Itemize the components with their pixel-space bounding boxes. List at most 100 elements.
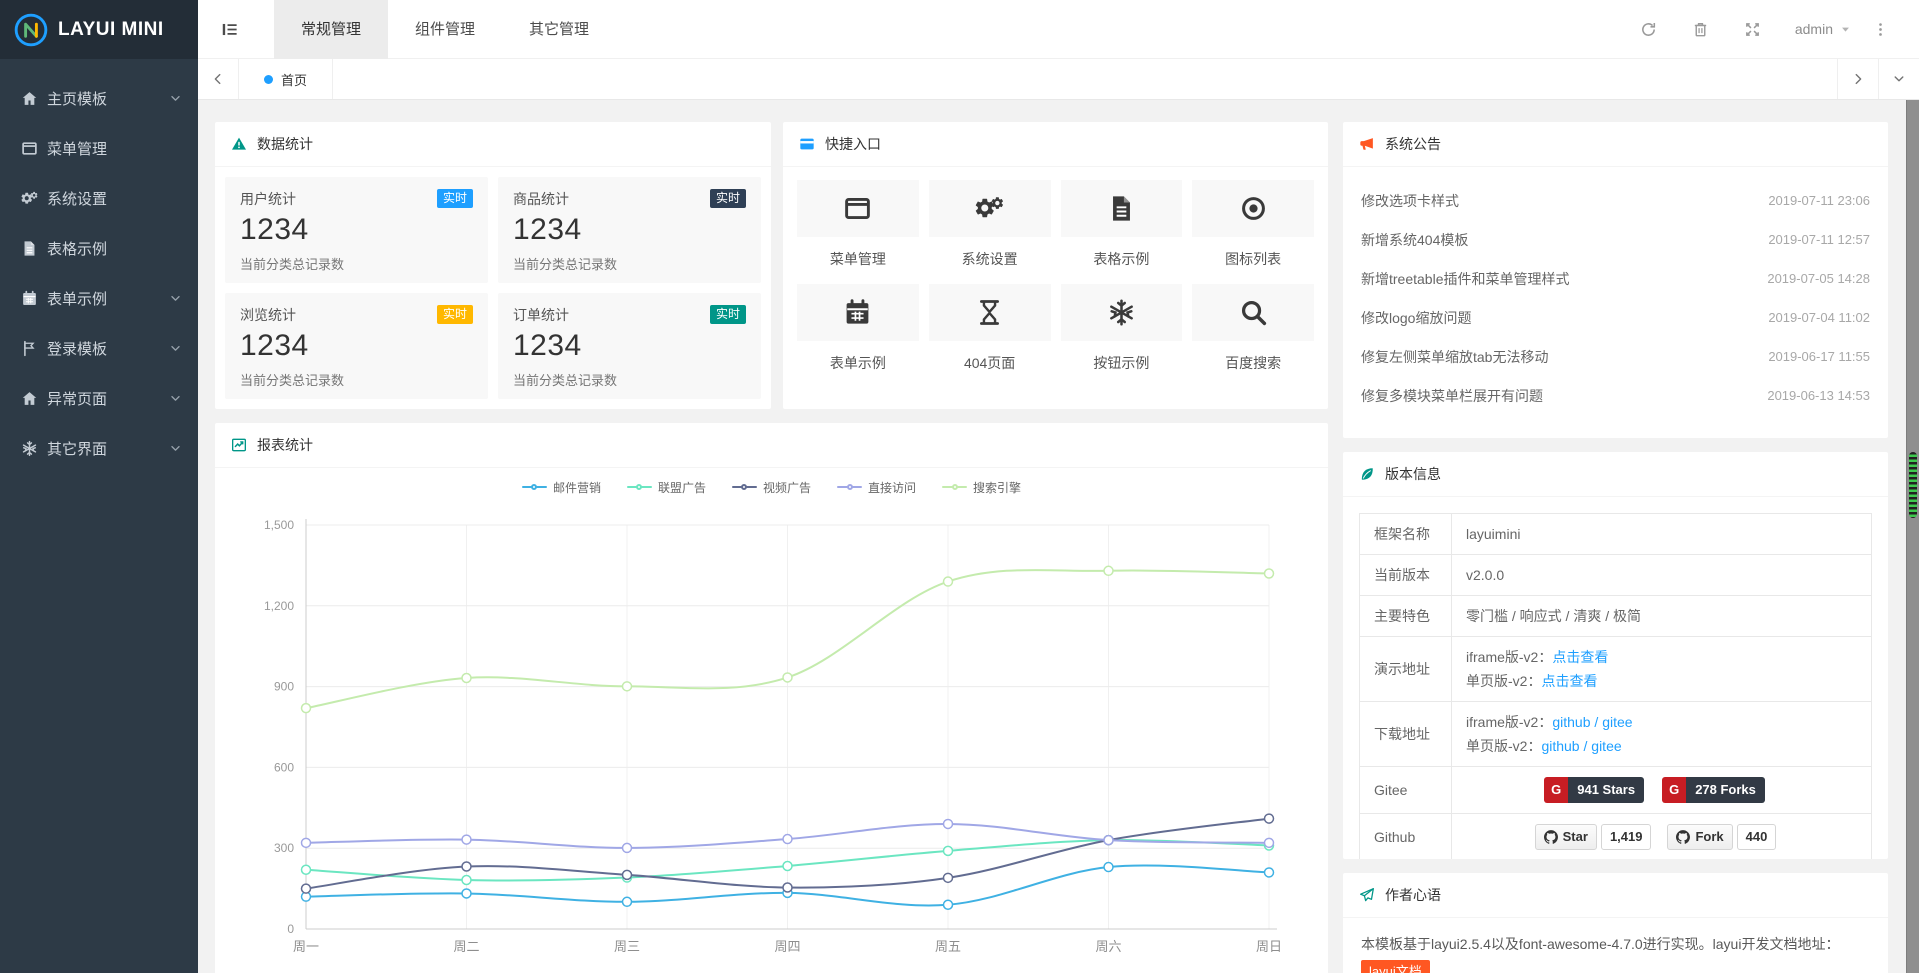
octocat-icon	[1544, 830, 1558, 844]
legend-item-video-ads[interactable]: 视频广告	[732, 479, 811, 496]
logo[interactable]: LAYUI MINI	[0, 0, 198, 59]
window-icon	[21, 140, 38, 157]
legend-item-union-ads[interactable]: 联盟广告	[627, 479, 706, 496]
sidebar-toggle-button[interactable]	[198, 0, 260, 59]
github-fork-count[interactable]: 440	[1737, 824, 1777, 850]
tab-scroll-right-button[interactable]	[1837, 59, 1878, 99]
panel-title: 报表统计	[257, 435, 313, 455]
gitee-forks-badge[interactable]: G278 Forks	[1662, 777, 1765, 803]
quick-entry-form[interactable]: 表单示例	[797, 284, 919, 388]
sidebar-item-other-pages[interactable]: 其它界面	[0, 423, 198, 473]
tab-scroll-left-button[interactable]	[198, 59, 239, 99]
refresh-button[interactable]	[1623, 0, 1675, 59]
svg-text:周一: 周一	[293, 939, 319, 954]
tab-home[interactable]: 首页	[239, 59, 333, 99]
sidebar-item-label: 登录模板	[47, 338, 107, 359]
panel-title: 快捷入口	[825, 134, 881, 154]
quick-entry-baidu-search[interactable]: 百度搜索	[1192, 284, 1314, 388]
notice-item: 修改logo缩放问题 2019-07-04 11:02	[1343, 298, 1888, 337]
status-badge: 实时	[437, 189, 473, 208]
legend-item-search-engine[interactable]: 搜索引擎	[942, 479, 1021, 496]
sidebar-item-login-template[interactable]: 登录模板	[0, 323, 198, 373]
download-github-link[interactable]: github	[1552, 714, 1590, 730]
dot-circle-icon	[1239, 194, 1268, 223]
scrollbar-thumb[interactable]	[1909, 452, 1917, 518]
trash-icon	[1692, 21, 1709, 38]
more-menu-button[interactable]	[1865, 0, 1895, 59]
notice-item: 修改选项卡样式 2019-07-11 23:06	[1343, 181, 1888, 220]
author-message: 本模板基于layui2.5.4以及font-awesome-4.7.0进行实现。…	[1343, 918, 1888, 973]
line-chart: 周一周二周三周四周五周六周日03006009001,2001,500	[215, 513, 1328, 973]
demo-onepage-link[interactable]: 点击查看	[1541, 673, 1597, 689]
download-gitee-link[interactable]: gitee	[1591, 738, 1621, 754]
stat-subtext: 当前分类总记录数	[240, 254, 473, 273]
sidebar-item-table-example[interactable]: 表格示例	[0, 223, 198, 273]
notice-item: 修复多模块菜单栏展开有问题 2019-06-13 14:53	[1343, 376, 1888, 415]
panel-title: 数据统计	[257, 134, 313, 154]
vertical-scrollbar[interactable]	[1906, 100, 1919, 973]
tab-operations-button[interactable]	[1878, 59, 1919, 99]
calendar-icon	[843, 298, 872, 327]
octocat-icon	[1676, 830, 1690, 844]
svg-text:周三: 周三	[614, 939, 640, 954]
github-fork-button[interactable]: Fork	[1667, 824, 1732, 850]
legend-item-email[interactable]: 邮件营销	[522, 479, 601, 496]
gears-icon	[21, 190, 38, 207]
legend-item-direct[interactable]: 直接访问	[837, 479, 916, 496]
chevron-down-icon	[169, 342, 182, 355]
github-star-count[interactable]: 1,419	[1601, 824, 1652, 850]
demo-iframe-link[interactable]: 点击查看	[1552, 649, 1608, 665]
sidebar-item-home-template[interactable]: 主页模板	[0, 73, 198, 123]
layui-docs-badge[interactable]: layui文档	[1361, 960, 1430, 973]
snowflake-icon	[21, 440, 38, 457]
svg-text:周六: 周六	[1095, 939, 1121, 954]
version-panel: 版本信息 框架名称 layuimini 当前版本 v2.0.0 主要特色 零门槛…	[1343, 452, 1888, 859]
quick-entry-settings[interactable]: 系统设置	[929, 180, 1051, 284]
svg-text:300: 300	[274, 841, 294, 855]
sidebar-item-label: 主页模板	[47, 88, 107, 109]
fullscreen-button[interactable]	[1727, 0, 1779, 59]
github-star-button[interactable]: Star	[1535, 824, 1597, 850]
stat-value: 1234	[513, 213, 746, 247]
quick-entry-menu[interactable]: 菜单管理	[797, 180, 919, 284]
quick-entry-table[interactable]: 表格示例	[1061, 180, 1183, 284]
legend-marker	[627, 482, 652, 492]
timestamp: 2019-06-13 14:53	[1767, 388, 1870, 403]
clear-cache-button[interactable]	[1675, 0, 1727, 59]
card-icon	[799, 136, 815, 152]
version-panel-header: 版本信息	[1343, 452, 1888, 497]
stat-card-views: 浏览统计 实时 1234 当前分类总记录数	[225, 293, 488, 399]
stat-label: 商品统计	[513, 189, 569, 209]
sidebar-item-label: 表单示例	[47, 288, 107, 309]
home-icon	[21, 90, 38, 107]
quick-entry-icons[interactable]: 图标列表	[1192, 180, 1314, 284]
table-row: Gitee G941 Stars G278 Forks	[1360, 767, 1871, 814]
quick-entry-buttons[interactable]: 按钮示例	[1061, 284, 1183, 388]
nav-tab-general[interactable]: 常规管理	[274, 0, 388, 59]
notice-item: 新增系统404模板 2019-07-11 12:57	[1343, 220, 1888, 259]
warning-triangle-icon	[231, 136, 247, 152]
download-gitee-link[interactable]: gitee	[1602, 714, 1632, 730]
app-title: LAYUI MINI	[58, 19, 164, 41]
download-github-link[interactable]: github	[1541, 738, 1579, 754]
user-dropdown[interactable]: admin	[1795, 21, 1851, 37]
quick-entry-404[interactable]: 404页面	[929, 284, 1051, 388]
sidebar-item-menu-management[interactable]: 菜单管理	[0, 123, 198, 173]
sidebar-item-system-settings[interactable]: 系统设置	[0, 173, 198, 223]
quick-entry-panel: 快捷入口 菜单管理 系统设置 表格示例 图标列表 表单示例 404页面 按钮	[783, 122, 1328, 409]
nav-tab-other[interactable]: 其它管理	[502, 0, 616, 59]
framework-name: layuimini	[1466, 524, 1857, 544]
nav-tab-components[interactable]: 组件管理	[388, 0, 502, 59]
stat-subtext: 当前分类总记录数	[513, 254, 746, 273]
sidebar-item-label: 菜单管理	[47, 138, 107, 159]
table-row: 框架名称 layuimini	[1360, 514, 1871, 555]
legend-marker	[942, 482, 967, 492]
timestamp: 2019-07-04 11:02	[1768, 310, 1870, 325]
sidebar-item-form-example[interactable]: 表单示例	[0, 273, 198, 323]
header-actions: admin	[1623, 0, 1919, 59]
gitee-stars-badge[interactable]: G941 Stars	[1544, 777, 1644, 803]
sidebar-item-error-pages[interactable]: 异常页面	[0, 373, 198, 423]
timestamp: 2019-07-11 23:06	[1768, 193, 1870, 208]
svg-text:周二: 周二	[453, 939, 479, 954]
status-badge: 实时	[710, 305, 746, 324]
